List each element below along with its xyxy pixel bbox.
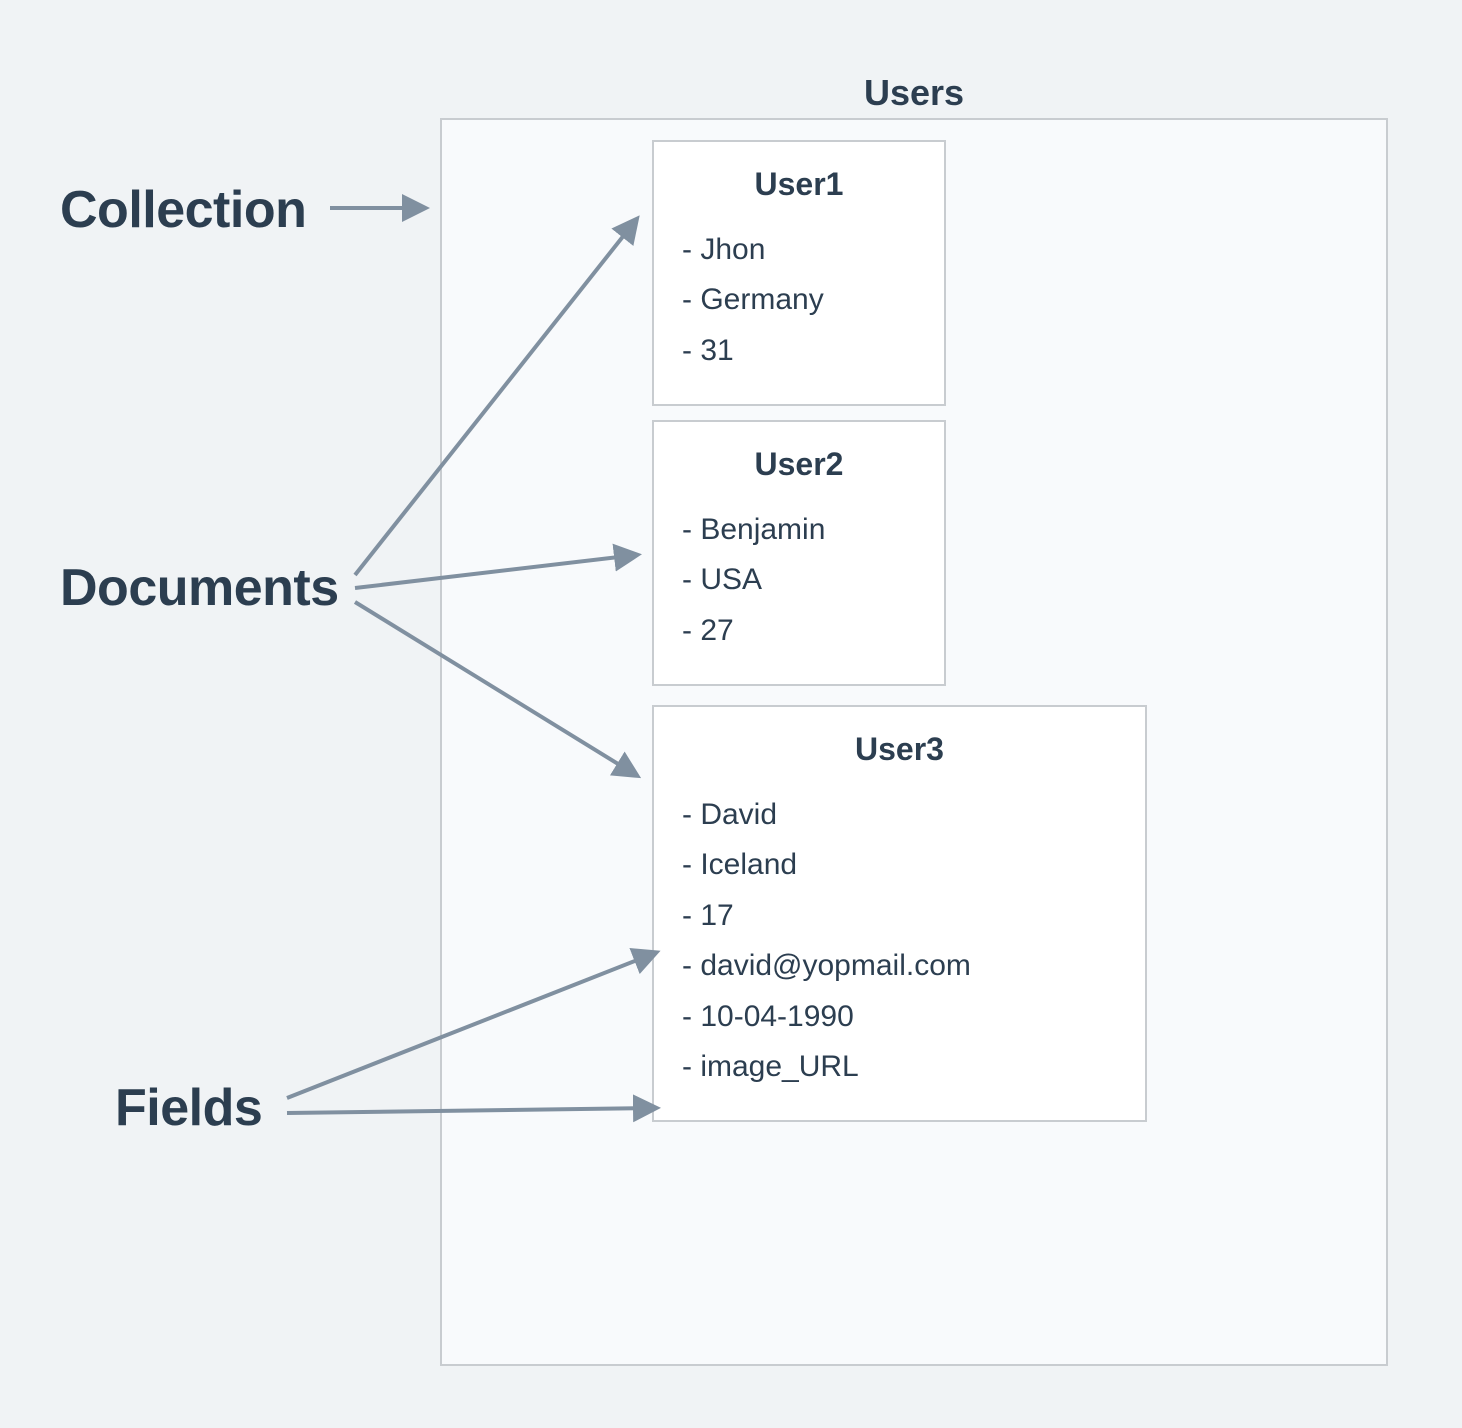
label-documents: Documents xyxy=(60,558,339,618)
label-fields: Fields xyxy=(115,1078,262,1138)
document-title: User1 xyxy=(682,166,916,203)
document-field: - 31 xyxy=(682,326,916,376)
field-value: 10-04-1990 xyxy=(700,1000,853,1033)
document-field: - image_URL xyxy=(682,1042,1117,1092)
document-field: - Jhon xyxy=(682,225,916,275)
document-field: - david@yopmail.com xyxy=(682,941,1117,991)
field-value: USA xyxy=(700,563,762,596)
field-value: 27 xyxy=(700,614,733,647)
document-box-user1: User1 - Jhon - Germany - 31 xyxy=(652,140,946,406)
document-title: User3 xyxy=(682,731,1117,768)
document-field: - Iceland xyxy=(682,840,1117,890)
field-value: 17 xyxy=(700,899,733,932)
field-value: Iceland xyxy=(700,848,797,881)
document-field: - David xyxy=(682,790,1117,840)
document-box-user2: User2 - Benjamin - USA - 27 xyxy=(652,420,946,686)
document-field: - Benjamin xyxy=(682,505,916,555)
field-value: Germany xyxy=(700,283,823,316)
document-box-user3: User3 - David - Iceland - 17 - david@yop… xyxy=(652,705,1147,1122)
document-title: User2 xyxy=(682,446,916,483)
document-field: - 17 xyxy=(682,891,1117,941)
field-value: 31 xyxy=(700,334,733,367)
field-value: image_URL xyxy=(700,1050,858,1083)
collection-title: Users xyxy=(442,72,1386,114)
label-collection: Collection xyxy=(60,180,306,240)
document-field: - 27 xyxy=(682,606,916,656)
field-value: Jhon xyxy=(700,233,765,266)
field-value: David xyxy=(700,798,777,831)
document-field: - 10-04-1990 xyxy=(682,992,1117,1042)
document-field: - USA xyxy=(682,555,916,605)
collection-box: Users User1 - Jhon - Germany - 31 User2 … xyxy=(440,118,1388,1366)
field-value: david@yopmail.com xyxy=(700,949,971,982)
field-value: Benjamin xyxy=(700,513,825,546)
document-field: - Germany xyxy=(682,275,916,325)
diagram-canvas: Collection Documents Fields Users User1 … xyxy=(0,0,1462,1428)
